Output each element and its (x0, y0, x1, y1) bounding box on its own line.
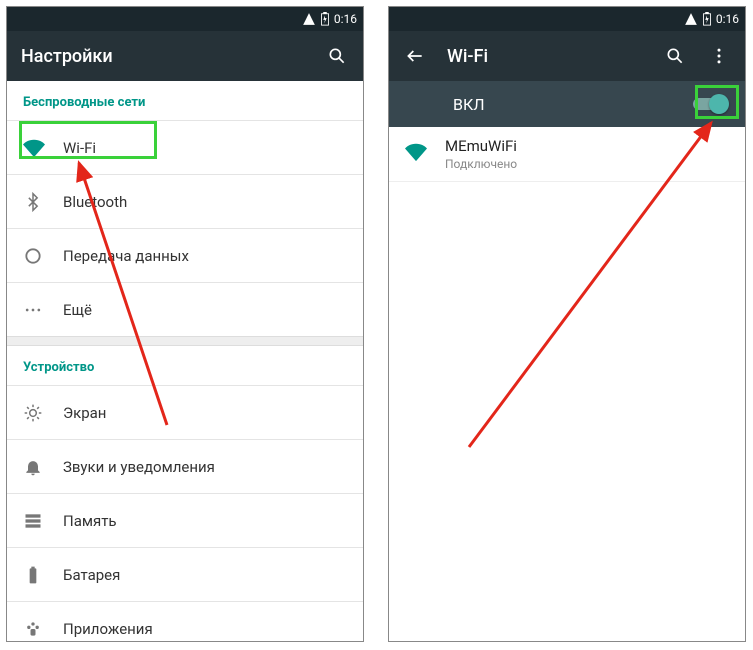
section-header-wireless: Беспроводные сети (7, 81, 363, 120)
row-label: Память (63, 512, 347, 530)
bluetooth-icon (23, 192, 63, 212)
back-icon[interactable] (403, 44, 427, 68)
screen-wifi: 0:16 Wi-Fi ВКЛ MEm (388, 6, 746, 642)
signal-icon (302, 12, 316, 26)
status-time: 0:16 (716, 12, 739, 26)
appbar-settings: Настройки (7, 31, 363, 81)
row-label: Передача данных (63, 247, 347, 265)
wifi-toggle-label: ВКЛ (453, 95, 485, 114)
wifi-toggle-bar: ВКЛ (389, 81, 745, 127)
section-header-device: Устройство (7, 346, 363, 385)
row-label: Звуки и уведомления (63, 458, 347, 476)
wifi-ssid: MEmuWiFi (445, 137, 517, 155)
card-divider (7, 336, 363, 346)
more-horiz-icon (23, 300, 63, 320)
battery-icon (23, 565, 63, 585)
storage-icon (23, 511, 63, 531)
screen-settings: 0:16 Настройки Беспроводные сети Wi-Fi B… (6, 6, 364, 642)
row-apps[interactable]: Приложения (7, 601, 363, 642)
row-label: Wi-Fi (63, 139, 347, 157)
row-label: Экран (63, 404, 347, 422)
row-bluetooth[interactable]: Bluetooth (7, 174, 363, 228)
row-storage[interactable]: Память (7, 493, 363, 547)
row-label: Приложения (63, 620, 347, 638)
appbar-title: Wi-Fi (447, 46, 643, 67)
bell-icon (23, 457, 63, 477)
row-label: Ещё (63, 301, 347, 319)
row-data-usage[interactable]: Передача данных (7, 228, 363, 282)
row-label: Батарея (63, 566, 347, 584)
row-display[interactable]: Экран (7, 385, 363, 439)
search-icon[interactable] (663, 44, 687, 68)
battery-charging-icon (320, 12, 330, 26)
battery-charging-icon (702, 12, 712, 26)
status-bar: 0:16 (7, 7, 363, 31)
row-sound[interactable]: Звуки и уведомления (7, 439, 363, 493)
display-icon (23, 403, 63, 423)
signal-icon (684, 12, 698, 26)
wifi-icon (405, 141, 445, 167)
data-usage-icon (23, 246, 63, 266)
status-time: 0:16 (334, 12, 357, 26)
wifi-network-row[interactable]: MEmuWiFi Подключено (389, 127, 745, 182)
apps-icon (23, 619, 63, 639)
wifi-icon (23, 137, 63, 159)
appbar-title: Настройки (21, 46, 305, 67)
row-label: Bluetooth (63, 193, 347, 211)
status-bar: 0:16 (389, 7, 745, 31)
overflow-icon[interactable] (707, 44, 731, 68)
row-battery[interactable]: Батарея (7, 547, 363, 601)
wifi-status: Подключено (445, 157, 517, 171)
wifi-toggle-switch[interactable] (693, 94, 729, 114)
search-icon[interactable] (325, 44, 349, 68)
row-more[interactable]: Ещё (7, 282, 363, 336)
appbar-wifi: Wi-Fi (389, 31, 745, 81)
row-wifi[interactable]: Wi-Fi (7, 120, 363, 174)
